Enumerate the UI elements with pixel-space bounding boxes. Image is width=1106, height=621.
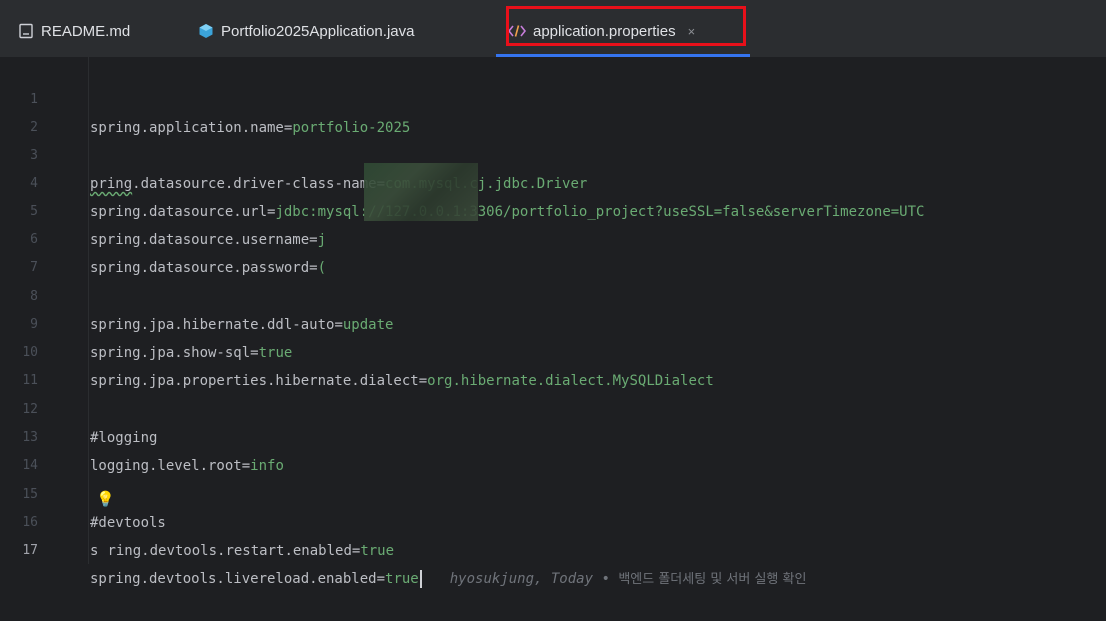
- tab-application-properties-label: application.properties: [533, 22, 676, 40]
- code-line-1[interactable]: 1 spring.application.name=portfolio-2025: [0, 58, 1106, 136]
- code-line-17[interactable]: 17 spring.devtools.livereload.enabled=tr…: [0, 509, 1106, 588]
- tab-application-properties[interactable]: application.properties ×: [496, 6, 750, 57]
- blame-author: hyosukjung, Today: [449, 571, 594, 587]
- tab-java-class[interactable]: Portfolio2025Application.java: [198, 6, 414, 56]
- code-editor[interactable]: 1 spring.application.name=portfolio-2025…: [0, 57, 1106, 588]
- redacted-credentials: [364, 163, 478, 221]
- code-line-14[interactable]: 14: [0, 424, 1106, 473]
- text-caret: [419, 570, 422, 588]
- code-line-13[interactable]: 13 logging.level.root=info: [0, 396, 1106, 474]
- code-line-15[interactable]: 15 #devtools: [0, 453, 1106, 531]
- property-value: true: [385, 571, 419, 587]
- properties-file-icon: [508, 24, 526, 38]
- property-value: true: [360, 543, 395, 559]
- code-line-6[interactable]: 6 spring.datasource.password=(: [0, 198, 1106, 276]
- blame-commit-message: 백엔드 폴더세팅 및 서버 실행 확인: [618, 572, 807, 587]
- close-tab-icon[interactable]: ×: [688, 24, 696, 39]
- code-line-4[interactable]: 4 spring.datasource.url=jdbc:mysql://127…: [0, 142, 1106, 220]
- property-key-prefix: s: [90, 543, 99, 559]
- tab-readme[interactable]: README.md: [18, 6, 130, 56]
- code-line-10[interactable]: 10 spring.jpa.properties.hibernate.diale…: [0, 311, 1106, 389]
- property-key: ring.devtools.restart.enabled: [107, 543, 352, 559]
- editor-tab-bar: README.md Portfolio2025Application.java …: [0, 0, 1106, 58]
- code-line-2[interactable]: 2: [0, 86, 1106, 135]
- property-key: spring.devtools.livereload.enabled: [90, 571, 377, 587]
- java-class-icon: [198, 23, 214, 39]
- tab-readme-label: README.md: [41, 22, 131, 40]
- code-line-3[interactable]: 3 pring.datasource.driver-class-name=com…: [0, 114, 1106, 192]
- code-line-8[interactable]: 8 spring.jpa.hibernate.ddl-auto=update: [0, 255, 1106, 333]
- code-line-5[interactable]: 5 spring.datasource.username=j: [0, 170, 1106, 248]
- equals-sign: =: [376, 571, 386, 587]
- line-number: 17: [22, 543, 38, 558]
- code-line-7[interactable]: 7: [0, 226, 1106, 275]
- code-line-11[interactable]: 11: [0, 339, 1106, 388]
- tab-java-label: Portfolio2025Application.java: [221, 22, 415, 40]
- code-line-12[interactable]: 12 #logging: [0, 368, 1106, 446]
- code-line-9[interactable]: 9 spring.jpa.show-sql=true: [0, 283, 1106, 361]
- blame-separator: •: [593, 571, 619, 587]
- inline-git-blame[interactable]: hyosukjung, Today • 백엔드 폴더세팅 및 서버 실행 확인: [450, 571, 807, 587]
- code-line-16[interactable]: 16 s ring.devtools.restart.enabled=true 💡: [0, 481, 1106, 559]
- document-icon: [18, 23, 34, 39]
